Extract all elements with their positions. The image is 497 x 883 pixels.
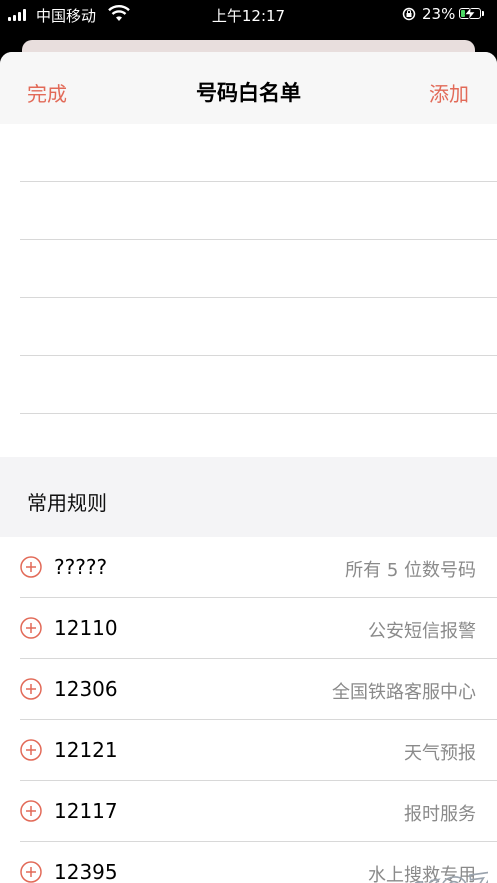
status-bar: 中国移动 上午12:17 23% [0,0,497,30]
add-circle-icon[interactable] [20,861,42,883]
battery-percent: 23% [422,5,456,23]
rotation-lock-icon [402,7,416,21]
empty-row-divider [20,413,497,414]
common-rules-list: ????? 所有 5 位数号码 12110 公安短信报警 12306 全国铁路客服中心 12… [0,537,497,883]
add-circle-icon[interactable] [20,617,42,639]
add-circle-icon[interactable] [20,739,42,761]
section-title: 常用规则 [27,491,107,515]
add-circle-icon[interactable] [20,678,42,700]
rule-number: 12117 [54,799,118,823]
empty-row-divider [20,355,497,356]
rule-row[interactable]: 12121 天气预报 [20,720,497,781]
rule-row[interactable]: 12117 报时服务 [20,781,497,842]
rule-description: 所有 5 位数号码 [345,560,476,581]
navigation-bar: 完成 号码白名单 添加 [0,52,497,124]
rule-description: 报时服务 [404,804,476,825]
add-button[interactable]: 添加 [429,78,469,107]
rule-description: 天气预报 [404,743,476,764]
wokoz-watermark: WOKOZ [343,865,488,883]
rule-number: 12121 [54,738,118,762]
done-button[interactable]: 完成 [27,78,67,107]
rule-number: 12395 [54,860,118,883]
whitelist-sheet: 完成 号码白名单 添加 常用规则 ????? 所有 5 位数号码 12110 公安短信… [0,52,497,883]
empty-row-divider [20,239,497,240]
add-circle-icon[interactable] [20,800,42,822]
rule-number: 12110 [54,616,118,640]
rule-description: 全国铁路客服中心 [332,682,476,703]
rule-number: ????? [54,555,108,579]
add-circle-icon[interactable] [20,556,42,578]
rule-description: 公安短信报警 [368,621,476,642]
common-rules-header: 常用规则 [0,457,497,537]
empty-row-divider [20,297,497,298]
whitelist-entries [0,124,497,457]
rule-row[interactable]: 12110 公安短信报警 [20,598,497,659]
charging-icon [464,7,476,20]
svg-text:WOKOZ: WOKOZ [344,866,488,883]
rule-number: 12306 [54,677,118,701]
battery-cap [482,11,484,16]
page-title: 号码白名单 [196,81,301,105]
rule-row[interactable]: ????? 所有 5 位数号码 [20,537,497,598]
rule-row[interactable]: 12306 全国铁路客服中心 [20,659,497,720]
empty-row-divider [20,181,497,182]
